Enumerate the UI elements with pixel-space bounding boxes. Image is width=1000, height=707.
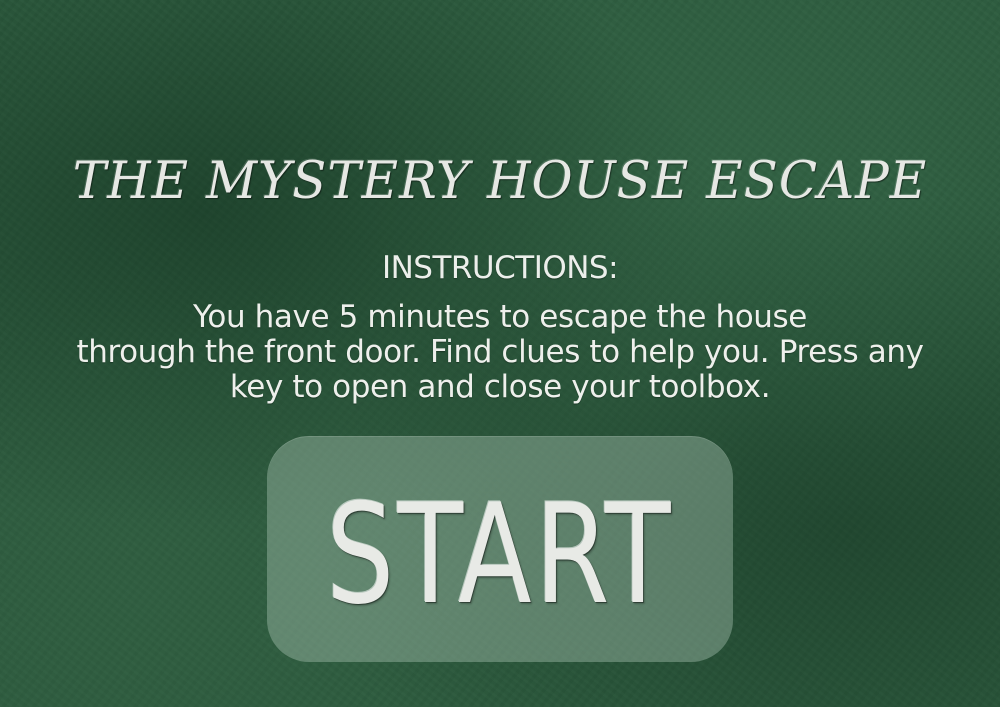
instructions-heading: INSTRUCTIONS: xyxy=(381,250,619,286)
title-screen: THE MYSTERY HOUSE ESCAPE INSTRUCTIONS: Y… xyxy=(0,0,1000,707)
instructions-line: key to open and close your toolbox. xyxy=(229,369,771,405)
instructions-line: through the front door. Find clues to he… xyxy=(76,334,924,370)
instructions-text: You have 5 minutes to escape the house t… xyxy=(0,300,1000,405)
start-button-label: START xyxy=(326,473,674,635)
instructions-line: You have 5 minutes to escape the house xyxy=(193,299,807,335)
game-title: THE MYSTERY HOUSE ESCAPE xyxy=(72,152,928,211)
start-button[interactable]: START xyxy=(267,436,733,662)
